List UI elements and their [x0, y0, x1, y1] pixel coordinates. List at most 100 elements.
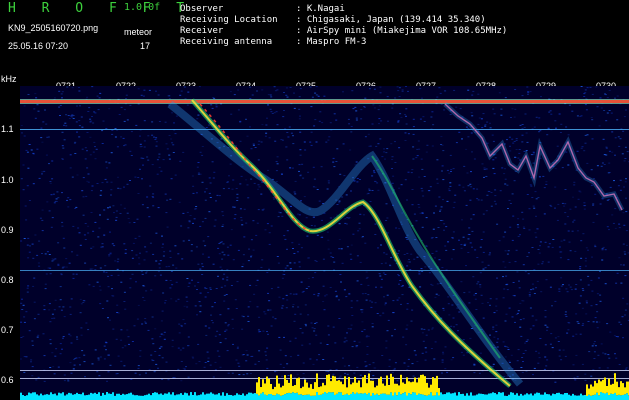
- noise-speck: [506, 184, 509, 186]
- baseline-cyan: [314, 395, 316, 400]
- noise-speck: [298, 96, 301, 98]
- noise-speck: [383, 151, 386, 153]
- noise-speck: [182, 319, 185, 321]
- spectrogram-plot: [20, 86, 629, 400]
- baseline-burst: [336, 380, 338, 394]
- noise-speck: [411, 169, 414, 171]
- baseline-cyan: [478, 393, 480, 400]
- noise-speck: [175, 300, 178, 302]
- noise-speck: [345, 296, 348, 298]
- noise-speck: [494, 203, 497, 205]
- noise-speck: [522, 300, 525, 302]
- baseline-cyan: [508, 394, 510, 400]
- baseline-burst: [362, 377, 364, 394]
- noise-speck: [31, 375, 34, 377]
- noise-speck: [512, 215, 515, 217]
- noise-speck: [386, 148, 389, 150]
- noise-speck: [199, 225, 202, 227]
- baseline-cyan: [134, 395, 136, 400]
- noise-speck: [93, 111, 96, 113]
- noise-speck: [87, 181, 90, 183]
- noise-speck: [264, 313, 267, 315]
- noise-speck: [534, 232, 537, 234]
- noise-speck: [239, 120, 242, 122]
- noise-speck: [327, 248, 330, 250]
- noise-speck: [284, 355, 287, 357]
- noise-speck: [531, 197, 534, 198]
- baseline-burst: [386, 375, 388, 395]
- baseline-burst: [318, 387, 320, 395]
- noise-speck: [90, 120, 93, 122]
- noise-speck: [246, 135, 249, 137]
- noise-speck: [514, 108, 517, 110]
- noise-speck: [225, 329, 228, 331]
- noise-speck: [235, 308, 238, 309]
- noise-speck: [129, 287, 132, 289]
- baseline-burst: [420, 374, 422, 395]
- baseline-burst: [348, 376, 350, 396]
- baseline-burst: [586, 384, 588, 396]
- baseline-cyan: [240, 394, 242, 400]
- noise-speck: [594, 244, 597, 246]
- noise-speck: [120, 281, 123, 283]
- noise-speck: [269, 108, 272, 110]
- noise-speck: [451, 304, 454, 306]
- noise-speck: [511, 138, 514, 140]
- noise-speck: [348, 293, 351, 295]
- noise-speck: [365, 336, 368, 338]
- baseline-cyan: [260, 393, 262, 400]
- noise-speck: [490, 192, 493, 193]
- noise-speck: [454, 194, 457, 196]
- noise-speck: [542, 175, 545, 177]
- baseline-cyan: [74, 394, 76, 400]
- baseline-cyan: [296, 392, 298, 400]
- noise-speck: [318, 120, 321, 122]
- baseline-burst: [428, 387, 430, 395]
- noise-speck: [204, 362, 207, 363]
- noise-speck: [564, 212, 567, 214]
- noise-speck: [299, 328, 302, 329]
- noise-speck: [558, 113, 561, 115]
- noise-speck: [107, 354, 110, 356]
- noise-speck: [31, 243, 34, 245]
- baseline-cyan: [576, 395, 578, 400]
- noise-speck: [604, 249, 607, 251]
- noise-speck: [594, 193, 597, 195]
- noise-speck: [283, 92, 285, 93]
- noise-speck: [41, 219, 44, 221]
- noise-speck: [278, 336, 281, 338]
- noise-speck: [111, 129, 114, 131]
- noise-speck: [526, 86, 529, 88]
- noise-speck: [452, 249, 455, 251]
- noise-speck: [601, 198, 604, 200]
- noise-speck: [28, 251, 31, 253]
- noise-speck: [380, 120, 383, 122]
- noise-speck: [423, 328, 426, 330]
- noise-speck: [272, 316, 275, 318]
- noise-speck: [418, 206, 421, 208]
- noise-speck: [326, 344, 329, 345]
- noise-speck: [69, 199, 72, 201]
- noise-speck: [517, 349, 520, 351]
- noise-speck: [143, 89, 146, 91]
- baseline-cyan: [306, 394, 308, 400]
- baseline-cyan: [580, 393, 582, 400]
- noise-speck: [584, 260, 587, 262]
- noise-speck: [72, 118, 75, 119]
- noise-speck: [403, 362, 406, 364]
- noise-speck: [262, 330, 265, 332]
- noise-speck: [410, 172, 413, 174]
- noise-speck: [436, 182, 439, 184]
- noise-speck: [495, 305, 498, 307]
- noise-speck: [424, 266, 427, 268]
- baseline-cyan: [204, 394, 206, 400]
- noise-speck: [105, 349, 107, 351]
- noise-speck: [197, 162, 200, 163]
- noise-speck: [405, 108, 408, 110]
- noise-speck: [591, 93, 594, 95]
- noise-speck: [256, 306, 259, 308]
- baseline-cyan: [262, 392, 264, 400]
- baseline-cyan: [218, 393, 220, 400]
- noise-speck: [523, 126, 526, 128]
- baseline-cyan: [406, 395, 408, 400]
